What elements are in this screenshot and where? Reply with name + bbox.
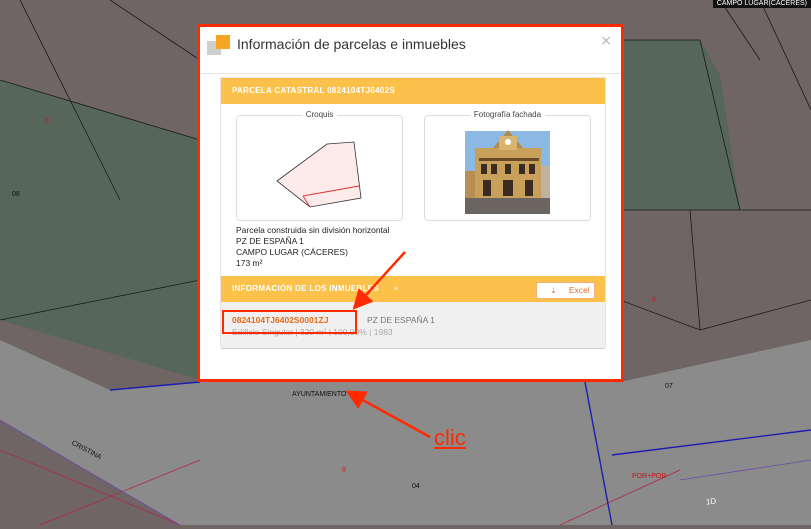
parcel-type: Parcela construida sin división horizont… — [236, 225, 390, 235]
comment-icon: ⚭ — [392, 284, 400, 293]
property-address: PZ DE ESPAÑA 1 — [367, 315, 435, 325]
map-region-label: CAMPO LUGAR(CÁCERES) — [712, 0, 811, 8]
parcel-number-04: 04 — [412, 483, 420, 490]
properties-header-bar: INFORMACIÓN DE LOS INMUEBLES ⚭ ⤓ Excel — [221, 276, 605, 302]
map-label-ii: II — [652, 297, 656, 304]
facade-photo[interactable] — [425, 116, 590, 220]
croquis-label: Croquis — [301, 110, 338, 119]
parcel-panel: PARCELA CATASTRAL 0824104TJ6402S Croquis… — [220, 77, 606, 349]
dialog-header: Información de parcelas e inmuebles × — [200, 27, 621, 74]
parcel-sketch — [276, 141, 362, 208]
parcel-number-07: 07 — [665, 383, 673, 390]
clic-annotation: clic — [434, 425, 466, 450]
map-label-por-por: POR+POR — [632, 473, 667, 480]
croquis-box: Croquis — [236, 110, 403, 221]
parcel-number-08: 08 — [12, 191, 20, 198]
close-icon[interactable]: × — [600, 33, 612, 49]
facade-photo-box: Fotografía fachada — [424, 110, 591, 221]
map-label-1d: 1D — [705, 496, 717, 507]
parcel-header-bar: PARCELA CATASTRAL 0824104TJ6402S — [221, 78, 605, 104]
download-icon: ⤓ — [551, 286, 556, 295]
parcel-area: 173 m² — [236, 258, 263, 268]
properties-header-text: INFORMACIÓN DE LOS INMUEBLES — [232, 284, 380, 293]
map-label-ii: II — [45, 118, 49, 125]
parcel-address: PZ DE ESPAÑA 1 — [236, 236, 304, 246]
parcel-header-text: PARCELA CATASTRAL 0824104TJ6402S — [232, 86, 395, 95]
ref-highlight-box — [222, 310, 357, 334]
dialog-title: Información de parcelas e inmuebles — [237, 36, 466, 52]
facade-photo-label: Fotografía fachada — [469, 110, 546, 119]
map-label-ii: II — [342, 467, 346, 474]
catastro-logo-icon — [207, 35, 231, 57]
street-label-ayuntamiento: AYUNTAMIENTO — [292, 391, 347, 398]
parcel-municipality: CAMPO LUGAR (CÁCERES) — [236, 247, 348, 257]
excel-button-label: Excel — [568, 286, 590, 295]
excel-export-button[interactable]: ⤓ Excel — [535, 282, 595, 299]
